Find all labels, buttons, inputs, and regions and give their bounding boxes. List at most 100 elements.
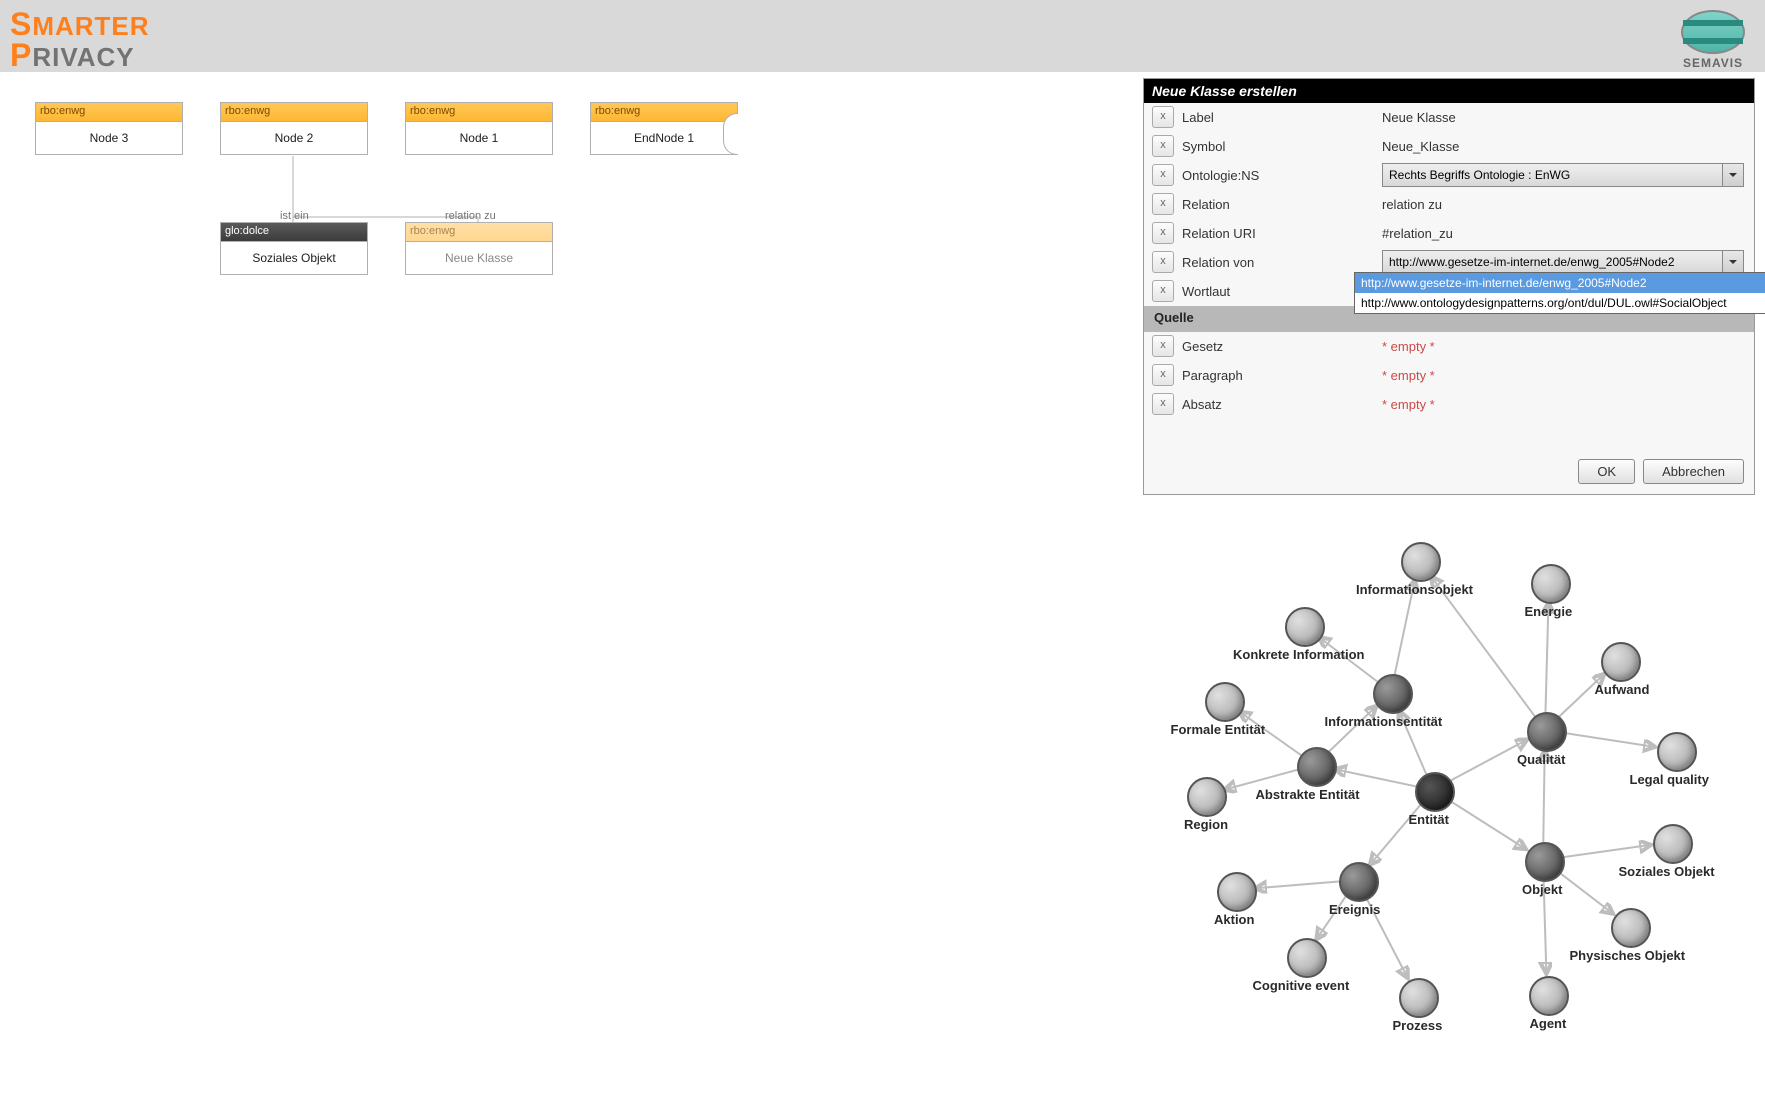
graph-node-ball-icon bbox=[1415, 772, 1455, 812]
graph-node-aktion[interactable] bbox=[1217, 872, 1257, 912]
field-value[interactable]: Neue Klasse bbox=[1382, 110, 1754, 125]
select-ontologie-ns[interactable]: Rechts Begriffs Ontologie : EnWG bbox=[1382, 163, 1744, 187]
panel-title: Neue Klasse erstellen bbox=[1144, 79, 1754, 103]
cancel-button[interactable]: Abbrechen bbox=[1643, 459, 1744, 484]
graph-node-abstrakte[interactable] bbox=[1297, 747, 1337, 787]
source-row-gesetz: x Gesetz* empty * bbox=[1144, 332, 1754, 361]
graph-node-ereignis[interactable] bbox=[1339, 862, 1379, 902]
field-label: Ontologie:NS bbox=[1182, 168, 1382, 183]
form-row-symbol: xSymbolNeue_Klasse bbox=[1144, 132, 1754, 161]
graph-node-label: Entität bbox=[1409, 812, 1449, 827]
clear-field-button[interactable]: x bbox=[1152, 135, 1174, 157]
graph-node-ball-icon bbox=[1531, 564, 1571, 604]
graph-node-ball-icon bbox=[1187, 777, 1227, 817]
graph-node-region[interactable] bbox=[1187, 777, 1227, 817]
graph-node-objekt[interactable] bbox=[1525, 842, 1565, 882]
graph-node-infoent[interactable] bbox=[1373, 674, 1413, 714]
clear-field-button[interactable]: x bbox=[1152, 222, 1174, 244]
semavis-disc-icon bbox=[1681, 10, 1745, 54]
graph-node-prozess[interactable] bbox=[1399, 978, 1439, 1018]
node-label: EndNode 1 bbox=[591, 122, 737, 154]
field-label: Gesetz bbox=[1182, 339, 1382, 354]
graph-node-ball-icon bbox=[1339, 862, 1379, 902]
graph-node-ball-icon bbox=[1373, 674, 1413, 714]
node-namespace: rbo:enwg bbox=[406, 223, 552, 242]
clear-field-button[interactable]: x bbox=[1152, 251, 1174, 273]
canvas-node-endnode1[interactable]: rbo:enwgEndNode 1 bbox=[590, 102, 738, 155]
graph-node-agent[interactable] bbox=[1529, 976, 1569, 1016]
node-label: Soziales Objekt bbox=[221, 242, 367, 274]
graph-node-infoobj[interactable] bbox=[1401, 542, 1441, 582]
canvas-node-node3[interactable]: rbo:enwgNode 3 bbox=[35, 102, 183, 155]
clear-field-button[interactable]: x bbox=[1152, 335, 1174, 357]
graph-node-label: Aufwand bbox=[1595, 682, 1650, 697]
graph-node-ball-icon bbox=[1217, 872, 1257, 912]
select-relation-von[interactable]: http://www.gesetze-im-internet.de/enwg_2… bbox=[1382, 250, 1744, 274]
graph-node-ball-icon bbox=[1601, 642, 1641, 682]
canvas-node-node1[interactable]: rbo:enwgNode 1 bbox=[405, 102, 553, 155]
graph-node-aufwand[interactable] bbox=[1601, 642, 1641, 682]
graph-node-qualitaet[interactable] bbox=[1527, 712, 1567, 752]
form-row-relation-uri: xRelation URI#relation_zu bbox=[1144, 219, 1754, 248]
clear-field-button[interactable]: x bbox=[1152, 393, 1174, 415]
graph-node-label: Informationsobjekt bbox=[1356, 582, 1473, 597]
canvas-node-node2[interactable]: rbo:enwgNode 2 bbox=[220, 102, 368, 155]
source-row-paragraph: x Paragraph* empty * bbox=[1144, 361, 1754, 390]
graph-node-ball-icon bbox=[1525, 842, 1565, 882]
node-label: Node 2 bbox=[221, 122, 367, 154]
graph-node-physisch[interactable] bbox=[1611, 908, 1651, 948]
dropdown-option[interactable]: http://www.gesetze-im-internet.de/enwg_2… bbox=[1355, 273, 1765, 293]
relation-von-dropdown-list[interactable]: http://www.gesetze-im-internet.de/enwg_2… bbox=[1354, 272, 1765, 314]
graph-node-ball-icon bbox=[1285, 607, 1325, 647]
canvas-node-soziales[interactable]: glo:dolceSoziales Objekt bbox=[220, 222, 368, 275]
clear-field-button[interactable]: x bbox=[1152, 106, 1174, 128]
canvas-node-neueklasse[interactable]: rbo:enwgNeue Klasse bbox=[405, 222, 553, 275]
graph-node-energie[interactable] bbox=[1531, 564, 1571, 604]
graph-node-label: Cognitive event bbox=[1253, 978, 1350, 993]
graph-node-ball-icon bbox=[1205, 682, 1245, 722]
app-header: SMARTER PRIVACY SEMAVIS bbox=[0, 0, 1765, 72]
graph-node-label: Physisches Objekt bbox=[1570, 948, 1686, 963]
field-value-empty[interactable]: * empty * bbox=[1382, 339, 1754, 354]
ontology-graph[interactable]: EntitätAbstrakte EntitätInformationsenti… bbox=[1135, 510, 1755, 1110]
diagram-canvas[interactable]: rbo:enwgNode 3rbo:enwgNode 2rbo:enwgNode… bbox=[0, 72, 1150, 552]
graph-node-label: Legal quality bbox=[1630, 772, 1709, 787]
graph-node-ball-icon bbox=[1657, 732, 1697, 772]
clear-field-button[interactable]: x bbox=[1152, 280, 1174, 302]
graph-node-ball-icon bbox=[1287, 938, 1327, 978]
graph-node-konkrete[interactable] bbox=[1285, 607, 1325, 647]
field-label: Relation von bbox=[1182, 255, 1382, 270]
ok-button[interactable]: OK bbox=[1578, 459, 1635, 484]
field-label: Relation bbox=[1182, 197, 1382, 212]
node-namespace: rbo:enwg bbox=[406, 103, 552, 122]
node-label: Node 3 bbox=[36, 122, 182, 154]
form-row-ontologie-ns: x Ontologie:NSRechts Begriffs Ontologie :… bbox=[1144, 161, 1754, 190]
field-value-empty[interactable]: * empty * bbox=[1382, 368, 1754, 383]
chevron-down-icon[interactable] bbox=[1722, 164, 1743, 186]
clear-field-button[interactable]: x bbox=[1152, 164, 1174, 186]
chevron-down-icon[interactable] bbox=[1722, 251, 1743, 273]
graph-node-formale[interactable] bbox=[1205, 682, 1245, 722]
node-label: Neue Klasse bbox=[406, 242, 552, 274]
graph-node-label: Objekt bbox=[1522, 882, 1562, 897]
clear-field-button[interactable]: x bbox=[1152, 193, 1174, 215]
dropdown-option[interactable]: http://www.ontologydesignpatterns.org/on… bbox=[1355, 293, 1765, 313]
edge-label: relation zu bbox=[445, 210, 496, 222]
graph-node-entitaet[interactable] bbox=[1415, 772, 1455, 812]
clear-field-button[interactable]: x bbox=[1152, 364, 1174, 386]
graph-node-legal[interactable] bbox=[1657, 732, 1697, 772]
select-value: http://www.gesetze-im-internet.de/enwg_2… bbox=[1389, 255, 1675, 269]
field-value[interactable]: #relation_zu bbox=[1382, 226, 1754, 241]
field-label: Paragraph bbox=[1182, 368, 1382, 383]
graph-node-soziales[interactable] bbox=[1653, 824, 1693, 864]
graph-node-cognitive[interactable] bbox=[1287, 938, 1327, 978]
field-value[interactable]: relation zu bbox=[1382, 197, 1754, 212]
field-value-empty[interactable]: * empty * bbox=[1382, 397, 1754, 412]
graph-node-label: Energie bbox=[1525, 604, 1573, 619]
logo-semavis: SEMAVIS bbox=[1681, 10, 1745, 70]
end-node-arc-icon bbox=[723, 113, 738, 155]
edge-label: ist ein bbox=[280, 210, 309, 222]
graph-node-label: Aktion bbox=[1214, 912, 1254, 927]
field-value[interactable]: Neue_Klasse bbox=[1382, 139, 1754, 154]
graph-node-label: Konkrete Information bbox=[1233, 647, 1364, 662]
